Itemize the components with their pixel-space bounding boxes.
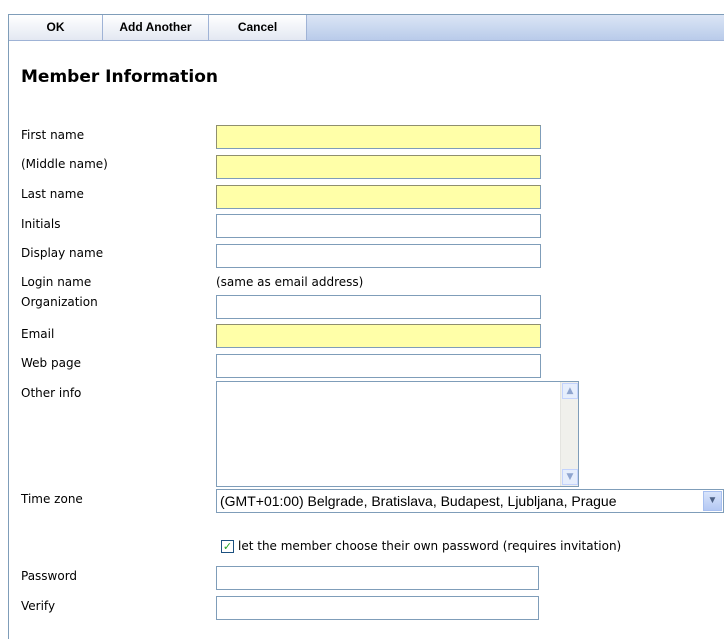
add-another-button[interactable]: Add Another <box>103 15 209 40</box>
last-name-input[interactable] <box>216 185 541 209</box>
time-zone-select[interactable]: (GMT+01:00) Belgrade, Bratislava, Budape… <box>216 489 724 513</box>
time-zone-selected-value: (GMT+01:00) Belgrade, Bratislava, Budape… <box>220 493 617 509</box>
first-name-input[interactable] <box>216 125 541 149</box>
page-title: Member Information <box>21 67 218 87</box>
scroll-up-icon[interactable]: ▲ <box>562 383 578 399</box>
ok-button[interactable]: OK <box>9 15 103 40</box>
toolbar: OK Add Another Cancel <box>9 15 724 41</box>
password-label: Password <box>21 569 78 583</box>
chevron-down-icon[interactable]: ▼ <box>703 491 722 511</box>
other-info-label: Other info <box>21 386 82 400</box>
other-info-scrollbar[interactable]: ▲ ▼ <box>560 382 578 486</box>
choose-password-checkbox[interactable]: ✓ <box>221 539 234 553</box>
verify-label: Verify <box>21 599 56 613</box>
first-name-label: First name <box>21 128 85 142</box>
choose-password-label: let the member choose their own password… <box>238 539 622 553</box>
last-name-label: Last name <box>21 187 84 201</box>
display-name-input[interactable] <box>216 244 541 268</box>
time-zone-label: Time zone <box>21 492 83 506</box>
login-name-value: (same as email address) <box>216 275 364 289</box>
choose-password-row[interactable]: ✓ let the member choose their own passwo… <box>221 539 621 553</box>
middle-name-label: (Middle name) <box>21 157 108 171</box>
middle-name-input[interactable] <box>216 155 541 179</box>
web-page-label: Web page <box>21 356 81 370</box>
verify-input[interactable] <box>216 596 539 620</box>
email-label: Email <box>21 327 55 341</box>
organization-input[interactable] <box>216 295 541 319</box>
other-info-textarea[interactable] <box>217 382 560 486</box>
organization-label: Organization <box>21 295 98 309</box>
initials-label: Initials <box>21 217 61 231</box>
cancel-button[interactable]: Cancel <box>209 15 307 40</box>
scroll-down-icon[interactable]: ▼ <box>562 469 578 485</box>
web-page-input[interactable] <box>216 354 541 378</box>
password-input[interactable] <box>216 566 539 590</box>
email-input[interactable] <box>216 324 541 348</box>
display-name-label: Display name <box>21 246 104 260</box>
other-info-box: ▲ ▼ <box>216 381 579 487</box>
login-name-label: Login name <box>21 275 92 289</box>
member-form-window: OK Add Another Cancel Member Information… <box>8 14 724 639</box>
initials-input[interactable] <box>216 214 541 238</box>
